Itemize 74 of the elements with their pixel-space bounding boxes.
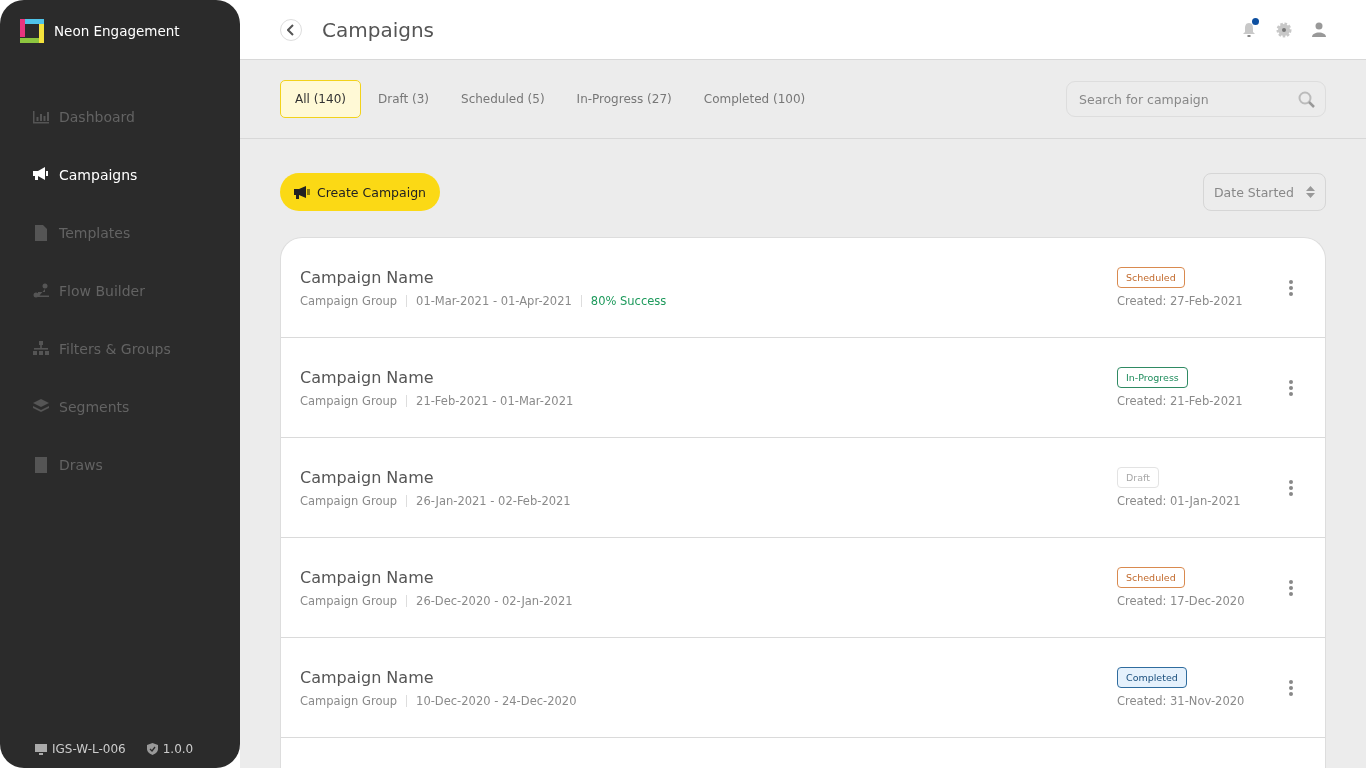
- document-icon: [33, 225, 49, 241]
- monitor-icon: [35, 743, 47, 755]
- campaign-card[interactable]: Campaign Name Campaign Group 21-Feb-2021 - 01-Mar-2021 In-Progress Created: 21-Feb-2021: [281, 338, 1325, 438]
- campaign-card[interactable]: Campaign Name Campaign Group 26-Jan-2021 - 02-Feb-2021 Draft Created: 01-Jan-2021: [281, 438, 1325, 538]
- campaign-card[interactable]: Campaign Name Campaign Group 10-Dec-2020 - 24-Dec-2020 Completed Created: 31-Nov-2020: [281, 638, 1325, 738]
- campaign-card[interactable]: Campaign Name Campaign Group 01-Mar-2021 - 01-Apr-2021 80% Success Scheduled Created: 27-Feb-2021: [281, 238, 1325, 338]
- campaign-group: Campaign Group: [300, 493, 398, 508]
- date-range: 21-Feb-2021 - 01-Mar-2021: [416, 393, 574, 408]
- filter-tab[interactable]: Scheduled (5): [446, 80, 560, 118]
- sidebar-item[interactable]: Draws: [33, 436, 240, 494]
- user-icon[interactable]: [1312, 22, 1326, 37]
- create-campaign-button[interactable]: Create Campaign: [280, 173, 440, 211]
- back-button[interactable]: [280, 18, 302, 41]
- settings-icon[interactable]: [1276, 21, 1292, 38]
- created-date: Created: 27-Feb-2021: [1117, 294, 1243, 308]
- campaign-name: Campaign Name: [300, 467, 435, 487]
- chevron-left-icon: [287, 23, 295, 36]
- filter-tab[interactable]: Completed (100): [688, 80, 821, 118]
- filter-tab[interactable]: In-Progress (27): [561, 80, 687, 118]
- sort-arrows-icon: [1306, 186, 1315, 198]
- machine-id: IGS-W-L-006: [52, 742, 126, 756]
- sidebar-item[interactable]: Dashboard: [33, 88, 240, 146]
- search-field[interactable]: Search for campaign: [1066, 81, 1326, 117]
- layers-icon: [33, 399, 49, 415]
- created-date: Created: 21-Feb-2021: [1117, 394, 1243, 408]
- filter-tab[interactable]: All (140): [280, 80, 361, 118]
- status-badge: Draft: [1117, 467, 1159, 488]
- success-rate: 80% Success: [590, 293, 667, 308]
- shield-icon: [146, 743, 158, 755]
- campaign-group: Campaign Group: [300, 293, 398, 308]
- route-icon: [33, 283, 49, 299]
- search-input[interactable]: Search for campaign: [1077, 90, 1298, 108]
- search-icon: [1298, 90, 1315, 108]
- more-options-icon[interactable]: [1287, 277, 1295, 298]
- created-date: Created: 01-Jan-2021: [1117, 494, 1241, 508]
- sort-dropdown[interactable]: Date Started: [1203, 173, 1326, 211]
- created-date: Created: 31-Nov-2020: [1117, 694, 1245, 708]
- status-badge: In-Progress: [1117, 367, 1188, 388]
- chart-icon: [33, 109, 49, 125]
- sidebar-item[interactable]: Templates: [33, 204, 240, 262]
- app-name: Neon Engagement: [54, 23, 180, 39]
- date-range: 26-Dec-2020 - 02-Jan-2021: [416, 593, 573, 608]
- campaign-name: Campaign Name: [300, 667, 435, 687]
- campaign-name: Campaign Name: [300, 567, 435, 587]
- date-range: 10-Dec-2020 - 24-Dec-2020: [416, 693, 577, 708]
- more-options-icon[interactable]: [1287, 477, 1295, 498]
- bell-icon[interactable]: [1242, 21, 1256, 38]
- campaign-group: Campaign Group: [300, 593, 398, 608]
- megaphone-icon: [294, 185, 311, 199]
- status-badge: Scheduled: [1117, 267, 1185, 288]
- document-icon: [33, 457, 49, 473]
- campaign-group: Campaign Group: [300, 693, 398, 708]
- megaphone-icon: [33, 167, 49, 183]
- sidebar-item[interactable]: Campaigns: [33, 146, 240, 204]
- more-options-icon[interactable]: [1287, 377, 1295, 398]
- status-badge: Completed: [1117, 667, 1187, 688]
- version-label: 1.0.0: [162, 742, 194, 756]
- date-range: 26-Jan-2021 - 02-Feb-2021: [416, 493, 571, 508]
- more-options-icon[interactable]: [1287, 677, 1295, 698]
- filter-tab[interactable]: Draft (3): [362, 80, 445, 118]
- sidebar-item[interactable]: Filters & Groups: [33, 320, 240, 378]
- sidebar-item[interactable]: Segments: [33, 378, 240, 436]
- campaign-card[interactable]: Campaign Name Campaign Group 26-Dec-2020 - 02-Jan-2021 Scheduled Created: 17-Dec-2020: [281, 538, 1325, 638]
- campaign-name: Campaign Name: [300, 267, 435, 287]
- hierarchy-icon: [33, 341, 49, 357]
- created-date: Created: 17-Dec-2020: [1117, 594, 1245, 608]
- logo-icon: [20, 19, 44, 43]
- campaign-name: Campaign Name: [300, 367, 435, 387]
- date-range: 01-Mar-2021 - 01-Apr-2021: [416, 293, 572, 308]
- page-title: Campaigns: [322, 17, 434, 42]
- sidebar-item[interactable]: Flow Builder: [33, 262, 240, 320]
- status-badge: Scheduled: [1117, 567, 1185, 588]
- campaign-group: Campaign Group: [300, 393, 398, 408]
- more-options-icon[interactable]: [1287, 577, 1295, 598]
